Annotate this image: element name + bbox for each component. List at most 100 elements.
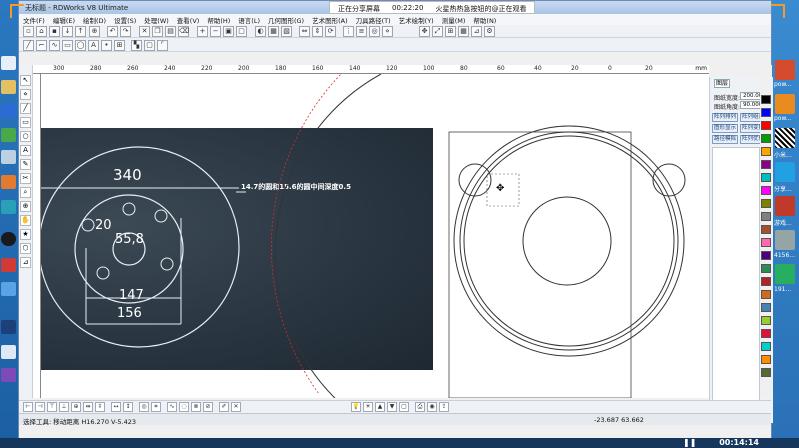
measure-tool-icon[interactable]: ⊿ [20,257,31,268]
palette-swatch[interactable] [761,238,771,247]
export-data-icon[interactable]: ⇪ [439,402,449,412]
cut-path-icon[interactable]: ✂ [20,173,31,184]
grid-array-icon[interactable]: ⊞ [114,40,125,51]
close-path-icon[interactable]: ◌ [179,402,189,412]
app-icon-purple[interactable] [1,368,16,382]
mirror-h-icon[interactable]: ⇔ [299,26,310,37]
palette-swatch[interactable] [761,368,771,377]
palette-swatch[interactable] [761,277,771,286]
same-width-icon[interactable]: ↔ [111,402,121,412]
text-icon[interactable]: A [20,145,31,156]
app-icon-orange[interactable] [1,175,16,189]
palette-swatch[interactable] [761,264,771,273]
zoom-fit-icon[interactable]: ▣ [223,26,234,37]
copy-icon[interactable]: ❐ [152,26,163,37]
settings-icon[interactable]: ⚙ [484,26,495,37]
group-icon[interactable]: ▦ [268,26,279,37]
star-icon[interactable]: ★ [20,229,31,240]
new-file-icon[interactable]: ▫ [23,26,34,37]
pen-icon[interactable]: ✎ [20,159,31,170]
palette-swatch[interactable] [761,199,771,208]
zoom-page-icon[interactable]: ▢ [236,26,247,37]
align-left-icon[interactable]: ⊢ [23,402,33,412]
delete-node-icon[interactable]: ✕ [231,402,241,412]
curve-icon[interactable]: ∿ [49,40,60,51]
palette-swatch[interactable] [761,342,771,351]
menu-settings[interactable]: 设置(S) [114,15,136,25]
app-icon-red[interactable] [1,258,16,272]
point-tool-icon[interactable]: • [101,40,112,51]
chat-icon[interactable] [1,282,16,296]
zoom-in-icon[interactable]: + [197,26,208,37]
drawing-canvas[interactable]: 340 14.7的圆和15.6的圆中间深度0.5 20 55,8 147 156… [41,74,709,398]
palette-swatch[interactable] [761,316,771,325]
palette-swatch[interactable] [761,290,771,299]
menu-help-2[interactable]: 帮助(N) [473,15,496,25]
distribute-h-icon[interactable]: ⇹ [83,402,93,412]
menu-view[interactable]: 查看(V) [177,15,200,25]
ellipse-tool-icon[interactable]: ◯ [75,40,86,51]
palette-swatch[interactable] [761,121,771,130]
palette-swatch[interactable] [761,134,771,143]
panel-tab[interactable]: 图层 [714,79,730,88]
palette-swatch[interactable] [761,108,771,117]
rotate-icon[interactable]: ⟳ [325,26,336,37]
center-page-icon[interactable]: ◎ [139,402,149,412]
recycle-bin-icon[interactable] [1,150,16,164]
mirror-v-icon[interactable]: ⇕ [312,26,323,37]
align-icon[interactable]: ≡ [356,26,367,37]
align-right-icon[interactable]: ⊣ [35,402,45,412]
app-icon-navy[interactable] [1,320,16,334]
zoom-icon[interactable]: ⊕ [89,26,100,37]
app-icon-blue[interactable] [1,104,16,118]
line-tool-icon[interactable]: ╱ [23,40,34,51]
align-top-icon[interactable]: ⊤ [47,402,57,412]
align-center-icon[interactable]: ⊕ [71,402,81,412]
lightbulb-icon[interactable]: 💡 [351,402,361,412]
zoom-out-icon[interactable]: − [210,26,221,37]
line-icon[interactable]: ╱ [20,103,31,114]
text-tool-icon[interactable]: A [88,40,99,51]
menu-process[interactable]: 处理(W) [144,15,169,25]
qq-icon[interactable] [1,232,16,246]
weld-icon[interactable]: ◐ [255,26,266,37]
doc-icon-2[interactable] [775,94,795,114]
lightbulb-on-icon[interactable]: ☀ [363,402,373,412]
redo-icon[interactable]: ↷ [120,26,131,37]
grid-icon[interactable]: ▦ [458,26,469,37]
rect-tool-icon[interactable]: ▭ [62,40,73,51]
palette-swatch[interactable] [761,355,771,364]
align-bottom-icon[interactable]: ⊥ [59,402,69,412]
app-icon-green-2[interactable] [775,264,795,284]
pause-icon[interactable]: ❚❚ [683,439,696,447]
node-icon[interactable]: ⋄ [382,26,393,37]
palette-swatch[interactable] [761,225,771,234]
export-icon[interactable]: ↑ [75,26,86,37]
polygon-icon[interactable]: ⬡ [20,243,31,254]
menu-art-shape[interactable]: 艺术图形(A) [312,15,348,25]
circle-icon[interactable]: ○ [20,131,31,142]
select-tool-icon[interactable]: ↖ [20,75,31,86]
corner-icon[interactable]: ⌜ [157,40,168,51]
same-height-icon[interactable]: ↕ [123,402,133,412]
palette-swatch[interactable] [761,160,771,169]
undo-icon[interactable]: ↶ [107,26,118,37]
open-file-icon[interactable]: ⌂ [36,26,47,37]
node-edit-icon[interactable]: ⋄ [20,89,31,100]
folder-icon[interactable] [1,80,16,94]
palette-swatch[interactable] [761,173,771,182]
size-icon[interactable]: ⤢ [432,26,443,37]
palette-swatch[interactable] [761,95,771,104]
palette-swatch[interactable] [761,251,771,260]
fill-icon[interactable]: ▚ [131,40,142,51]
palette-swatch[interactable] [761,329,771,338]
app-icon-green[interactable] [1,128,16,142]
position-icon[interactable]: ⊞ [445,26,456,37]
menu-toolpath[interactable]: 刀具路径(T) [356,15,391,25]
menu-geometry[interactable]: 几何图形(G) [268,15,304,25]
cut-icon[interactable]: ✕ [139,26,150,37]
frame-icon[interactable]: ▢ [399,402,409,412]
offset-icon[interactable]: ◎ [369,26,380,37]
app-icon-gray[interactable] [775,230,795,250]
save-icon[interactable]: ▪ [49,26,60,37]
